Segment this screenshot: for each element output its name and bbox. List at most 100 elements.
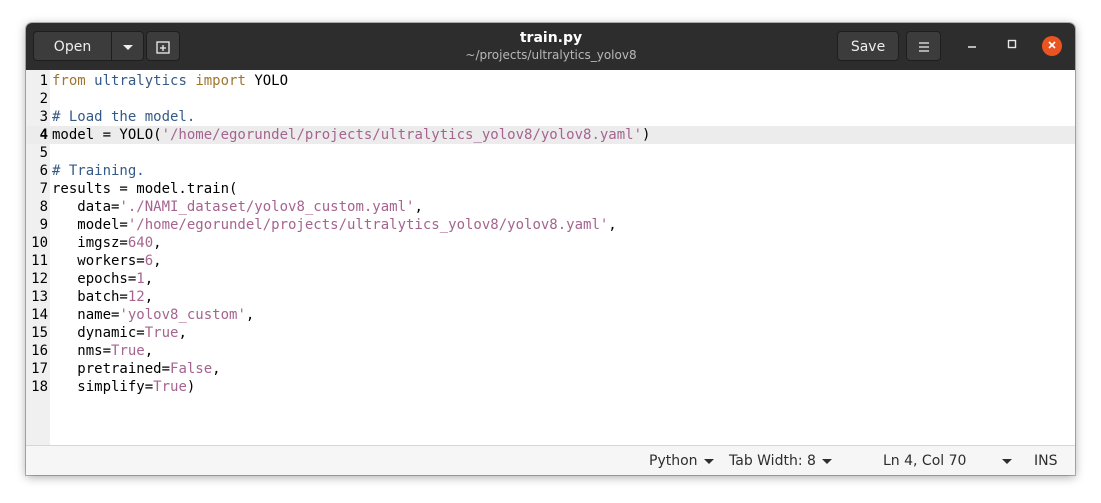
- language-label: Python: [649, 453, 698, 469]
- code-line[interactable]: 3 # Load the model.: [26, 108, 1075, 126]
- code-editor[interactable]: 1 from ultralytics import YOLO 2 3 # Load th…: [26, 70, 1075, 445]
- code-token: ): [186, 379, 196, 395]
- code-line[interactable]: 7 results = model.train(: [26, 180, 1075, 198]
- line-code: from ultralytics import YOLO: [52, 72, 288, 90]
- open-dropdown-button[interactable]: [111, 31, 144, 61]
- code-token: ,: [414, 199, 423, 215]
- line-number: 6: [39, 163, 48, 179]
- code-line[interactable]: 8 data='./NAMI_dataset/yolov8_custom.yam…: [26, 198, 1075, 216]
- code-token: ): [642, 127, 651, 143]
- code-line[interactable]: 11 workers=6,: [26, 252, 1075, 270]
- new-tab-button[interactable]: [146, 31, 180, 61]
- line-code: dynamic=True,: [52, 324, 187, 342]
- line-number: 15: [31, 325, 48, 341]
- code-token: data=: [52, 199, 120, 215]
- code-token: ,: [608, 217, 617, 233]
- code-token: True: [144, 325, 179, 341]
- maximize-button[interactable]: [1002, 36, 1022, 56]
- code-token: ultralytics: [94, 73, 187, 89]
- line-number: 4: [39, 127, 48, 143]
- line-number: 13: [31, 289, 48, 305]
- code-token: imgsz=: [52, 235, 128, 251]
- code-token: 12: [127, 289, 145, 305]
- line-code: name='yolov8_custom',: [52, 306, 254, 324]
- code-token: # Load the model.: [52, 109, 196, 125]
- tab-width-selector[interactable]: Tab Width: 8: [729, 446, 832, 475]
- code-line[interactable]: 18 simplify=True): [26, 378, 1075, 396]
- code-token: True: [153, 379, 187, 395]
- code-token: '/home/egorundel/projects/ultralytics_yo…: [127, 217, 609, 233]
- code-token: epochs=: [52, 271, 137, 287]
- save-button[interactable]: Save: [837, 31, 899, 61]
- code-token: pretrained=: [52, 361, 171, 377]
- header-bar: Open train.py ~/projects/ultralytics_yol…: [26, 23, 1075, 71]
- code-token: 1: [136, 271, 145, 287]
- chevron-down-icon: [122, 44, 133, 50]
- code-line[interactable]: 6 # Training.: [26, 162, 1075, 180]
- code-token: name=: [52, 307, 120, 323]
- code-token: ,: [153, 253, 162, 269]
- close-button[interactable]: [1042, 36, 1062, 56]
- line-number: 8: [39, 199, 48, 215]
- code-token: True: [111, 343, 145, 359]
- line-code: results = model.train(: [52, 180, 237, 198]
- code-token: ,: [245, 307, 255, 323]
- line-number: 10: [31, 235, 48, 251]
- code-line[interactable]: 13 batch=12,: [26, 288, 1075, 306]
- code-token: import: [195, 73, 246, 89]
- code-line[interactable]: 10 imgsz=640,: [26, 234, 1075, 252]
- code-lines[interactable]: 1 from ultralytics import YOLO 2 3 # Load th…: [26, 72, 1075, 396]
- code-line[interactable]: 15 dynamic=True,: [26, 324, 1075, 342]
- code-line[interactable]: 14 name='yolov8_custom',: [26, 306, 1075, 324]
- code-token: from: [52, 73, 86, 89]
- code-token: 6: [144, 253, 154, 269]
- editor-window: Open train.py ~/projects/ultralytics_yol…: [26, 23, 1075, 475]
- menu-button[interactable]: [906, 31, 941, 61]
- code-line[interactable]: 9 model='/home/egorundel/projects/ultral…: [26, 216, 1075, 234]
- line-number: 1: [39, 73, 48, 89]
- code-token: model = YOLO(: [52, 127, 162, 143]
- line-code: nms=True,: [52, 342, 153, 360]
- code-token: False: [170, 361, 213, 377]
- insert-mode-indicator[interactable]: INS: [1034, 446, 1058, 475]
- line-number: 5: [39, 145, 48, 161]
- chevron-down-icon: [703, 458, 714, 464]
- code-line[interactable]: 17 pretrained=False,: [26, 360, 1075, 378]
- line-number: 14: [31, 307, 48, 323]
- code-token: './NAMI_dataset/yolov8_custom.yaml': [119, 199, 415, 215]
- line-code: workers=6,: [52, 252, 162, 270]
- line-code: imgsz=640,: [52, 234, 162, 252]
- code-token: '/home/egorundel/projects/ultralytics_yo…: [161, 127, 643, 143]
- new-tab-icon: [156, 41, 170, 54]
- code-token: workers=: [52, 253, 145, 269]
- code-line[interactable]: 2: [26, 90, 1075, 108]
- cursor-position[interactable]: Ln 4, Col 70: [883, 446, 966, 475]
- code-token: results = model.train(: [52, 181, 238, 197]
- line-code: pretrained=False,: [52, 360, 220, 378]
- code-line[interactable]: 12 epochs=1,: [26, 270, 1075, 288]
- line-code: # Load the model.: [52, 108, 195, 126]
- language-selector[interactable]: Python: [649, 446, 714, 475]
- chevron-down-icon: [1002, 458, 1012, 464]
- code-token: ,: [153, 235, 162, 251]
- line-code: simplify=True): [52, 378, 195, 396]
- code-line[interactable]: 5: [26, 144, 1075, 162]
- line-number: 2: [39, 91, 48, 107]
- code-token: YOLO: [245, 73, 289, 89]
- code-token: ,: [144, 271, 154, 287]
- open-button[interactable]: Open: [33, 31, 112, 61]
- code-line[interactable]: 16 nms=True,: [26, 342, 1075, 360]
- line-number: 16: [31, 343, 48, 359]
- chevron-down-icon: [821, 458, 832, 464]
- position-dropdown[interactable]: [996, 446, 1012, 475]
- code-token: ,: [144, 343, 154, 359]
- line-number: 18: [31, 379, 48, 395]
- line-code: data='./NAMI_dataset/yolov8_custom.yaml'…: [52, 198, 423, 216]
- line-number: 3: [39, 109, 48, 125]
- minimize-button[interactable]: [962, 36, 982, 56]
- code-line[interactable]: 4 model = YOLO('/home/egorundel/projects/…: [26, 126, 1075, 144]
- minimize-icon: [968, 46, 976, 48]
- code-line[interactable]: 1 from ultralytics import YOLO: [26, 72, 1075, 90]
- status-bar: Python Tab Width: 8 Ln 4, Col 70 INS: [26, 445, 1075, 475]
- line-number: 17: [31, 361, 48, 377]
